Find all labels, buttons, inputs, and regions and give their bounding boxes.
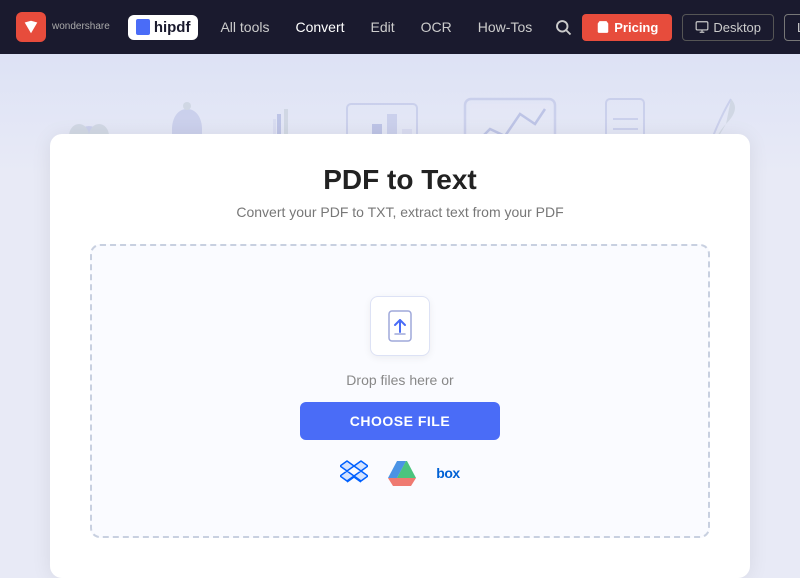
box-icon[interactable]: box: [436, 465, 459, 481]
hipdf-logo-text: hipdf: [154, 19, 191, 36]
ws-logo-svg: [22, 18, 40, 36]
nav-edit[interactable]: Edit: [359, 13, 407, 41]
nav-all-tools[interactable]: All tools: [208, 13, 281, 41]
nav-convert[interactable]: Convert: [284, 13, 357, 41]
brand-logo: wondershare: [16, 12, 110, 42]
main-content: PDF to Text Convert your PDF to TXT, ext…: [0, 134, 800, 578]
hipdf-logo[interactable]: hipdf: [128, 15, 199, 40]
nav-ocr[interactable]: OCR: [409, 13, 464, 41]
hipdf-logo-icon: [136, 19, 150, 35]
nav-how-tos[interactable]: How-Tos: [466, 13, 544, 41]
navbar: wondershare hipdf All tools Convert Edit…: [0, 0, 800, 54]
login-button[interactable]: Log In: [784, 14, 800, 41]
search-button[interactable]: [554, 11, 572, 43]
dropbox-svg: [340, 460, 368, 486]
box-label: box: [436, 465, 459, 481]
desktop-icon: [695, 20, 709, 34]
upload-icon: [386, 310, 414, 342]
cloud-service-icons: box: [340, 460, 459, 486]
google-drive-svg: [388, 460, 416, 486]
search-icon: [554, 18, 572, 36]
google-drive-icon[interactable]: [388, 460, 416, 486]
choose-file-button[interactable]: CHOOSE FILE: [300, 402, 500, 440]
nav-links: All tools Convert Edit OCR How-Tos: [208, 13, 544, 41]
desktop-button[interactable]: Desktop: [682, 14, 774, 41]
cart-icon: [596, 20, 610, 34]
main-card: PDF to Text Convert your PDF to TXT, ext…: [50, 134, 750, 578]
dropbox-icon[interactable]: [340, 460, 368, 486]
pricing-button[interactable]: Pricing: [582, 14, 672, 41]
wondershare-icon: [16, 12, 46, 42]
wondershare-label: wondershare: [52, 22, 110, 32]
page-title: PDF to Text: [90, 164, 710, 196]
page-subtitle: Convert your PDF to TXT, extract text fr…: [90, 204, 710, 220]
upload-icon-container: [370, 296, 430, 356]
drop-zone[interactable]: Drop files here or CHOOSE FILE: [90, 244, 710, 538]
drop-text: Drop files here or: [346, 372, 453, 388]
